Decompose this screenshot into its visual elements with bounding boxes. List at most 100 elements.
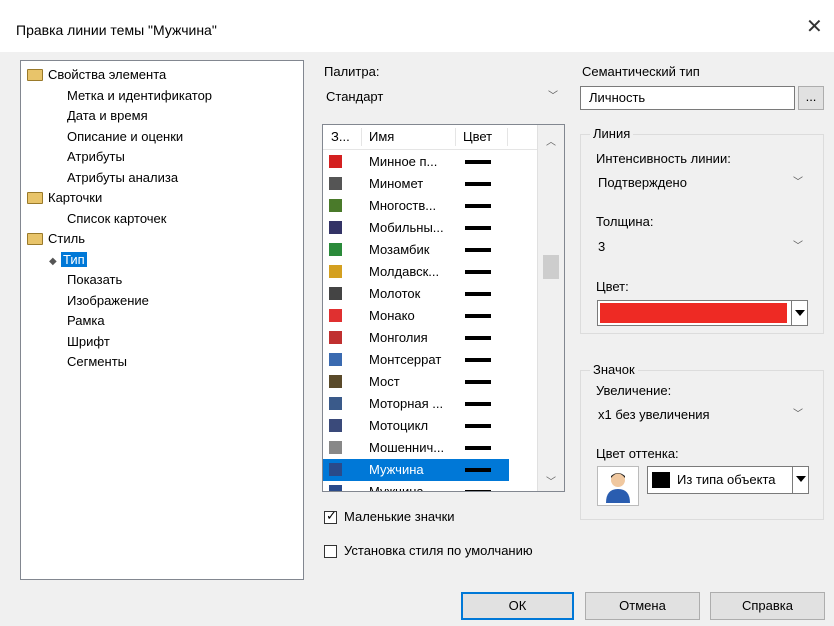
list-item[interactable]: Моторная ... (323, 393, 509, 415)
semantic-type-field[interactable]: Личность (580, 86, 795, 110)
properties-tree[interactable]: Свойства элемента Метка и идентификатор Да… (20, 60, 304, 580)
help-button[interactable]: Справка (710, 592, 825, 620)
list-item-name: Монтсеррат (369, 352, 442, 367)
scroll-thumb[interactable] (543, 255, 559, 279)
zoom-value: x1 без увеличения (598, 407, 710, 422)
thickness-combo[interactable]: 3 ﹀ (594, 236, 810, 260)
scroll-down-icon[interactable]: ﹀ (546, 473, 556, 488)
folder-icon (27, 68, 43, 81)
tree-item-label: Атрибуты анализа (67, 169, 179, 185)
intensity-combo[interactable]: Подтверждено ﹀ (594, 172, 810, 196)
list-item[interactable]: Многоств... (323, 195, 509, 217)
list-item[interactable]: Мужчина-... (323, 481, 509, 491)
tree-item-label: Свойства элемента (48, 67, 167, 82)
tree-item[interactable]: Карточки (27, 188, 102, 208)
flag-mozambique-icon (329, 243, 342, 256)
ok-button[interactable]: ОК (461, 592, 574, 620)
list-item[interactable]: Миномет (323, 173, 509, 195)
folder-icon (27, 191, 43, 204)
window-title: Правка линии темы "Мужчина" (16, 22, 217, 38)
line-color-sample (465, 292, 491, 296)
tree-item[interactable]: Стиль (27, 229, 85, 249)
tree-item-label: Метка и идентификатор (67, 87, 213, 103)
motorboat-icon (329, 397, 342, 410)
symbol-list[interactable]: З... Имя Цвет Минное п... Миномет Многоств… (322, 124, 565, 492)
line-color-sample (465, 380, 491, 384)
intensity-value: Подтверждено (598, 175, 687, 190)
list-item[interactable]: Мотоцикл (323, 415, 509, 437)
list-item[interactable]: Минное п... (323, 151, 509, 173)
tree-item[interactable]: Изображение (67, 291, 149, 311)
motorcycle-icon (329, 419, 342, 432)
tree-item[interactable]: Атрибуты (67, 147, 125, 167)
line-color-sample (465, 402, 491, 406)
list-item-name: Мужчина (369, 462, 424, 477)
list-item[interactable]: Монако (323, 305, 509, 327)
tree-item[interactable]: Рамка (67, 311, 105, 331)
default-style-label: Установка стиля по умолчанию (344, 543, 533, 558)
mine-icon (329, 155, 342, 168)
small-icons-checkbox[interactable]: ✓ (324, 508, 337, 524)
tree-item[interactable]: Свойства элемента (27, 65, 166, 85)
close-icon[interactable]: ✕ (806, 17, 823, 37)
zoom-combo[interactable]: x1 без увеличения ﹀ (594, 404, 810, 428)
tree-item[interactable]: Показать (67, 270, 122, 290)
dropdown-arrow-icon[interactable] (792, 467, 808, 493)
line-group-title: Линия (590, 126, 634, 141)
tree-item-label: Изображение (67, 292, 149, 308)
list-item[interactable]: Мужчина (323, 459, 509, 481)
icon-group-title: Значок (590, 362, 638, 377)
line-color-sample (465, 314, 491, 318)
tree-item-label: Шрифт (67, 333, 110, 349)
flag-moldova-icon (329, 265, 342, 278)
list-item[interactable]: Мобильны... (323, 217, 509, 239)
semantic-browse-button[interactable]: ... (798, 86, 824, 110)
list-item-name: Мост (369, 374, 400, 389)
list-item[interactable]: Монтсеррат (323, 349, 509, 371)
list-item[interactable]: Мошеннич... (323, 437, 509, 459)
tree-item[interactable]: Дата и время (67, 106, 148, 126)
tree-item-label: Рамка (67, 313, 105, 328)
tree-item-label: Список карточек (67, 210, 167, 226)
cancel-button[interactable]: Отмена (585, 592, 700, 620)
tint-color-picker[interactable]: Из типа объекта (647, 466, 809, 494)
column-header-name[interactable]: Имя (369, 129, 394, 144)
hammer-icon (329, 287, 342, 300)
column-header-color[interactable]: Цвет (463, 129, 492, 144)
chevron-down-icon: ﹀ (793, 177, 803, 188)
tree-item[interactable]: ◆ Тип (49, 250, 87, 270)
tree-item[interactable]: Описание и оценки (67, 127, 183, 147)
line-color-sample (465, 160, 491, 164)
column-header-icon[interactable]: З... (331, 129, 350, 144)
scroll-up-icon[interactable]: ︿ (546, 133, 556, 148)
tree-item[interactable]: Атрибуты анализа (67, 168, 178, 188)
man-icon (606, 473, 630, 503)
default-style-checkbox[interactable] (324, 545, 337, 558)
flag-monaco-icon (329, 309, 342, 322)
dropdown-arrow-icon[interactable] (791, 301, 807, 325)
list-scrollbar[interactable]: ︿ ﹀ (537, 125, 564, 491)
line-color-picker[interactable] (597, 300, 808, 326)
tree-item[interactable]: Шрифт (67, 332, 110, 352)
tree-item[interactable]: Список карточек (67, 209, 166, 229)
list-item-name: Мобильны... (369, 220, 444, 235)
palette-combo[interactable]: Стандарт ﹀ (322, 86, 565, 110)
line-color-sample (465, 204, 491, 208)
list-item[interactable]: Мозамбик (323, 239, 509, 261)
list-item[interactable]: Монголия (323, 327, 509, 349)
tree-item[interactable]: Метка и идентификатор (67, 86, 212, 106)
zoom-label: Увеличение: (596, 383, 672, 398)
list-item[interactable]: Молоток (323, 283, 509, 305)
list-item[interactable]: Мост (323, 371, 509, 393)
list-header: З... Имя Цвет (323, 125, 537, 150)
palette-value: Стандарт (326, 89, 384, 104)
tree-item-label: Атрибуты (67, 149, 125, 164)
tree-item[interactable]: Сегменты (67, 352, 127, 372)
tree-item-label: Тип (61, 251, 87, 267)
line-color-sample (465, 468, 491, 472)
list-item[interactable]: Молдавск... (323, 261, 509, 283)
tint-value: Из типа объекта (677, 472, 776, 487)
fraud-icon (329, 441, 342, 454)
list-item-name: Многоств... (369, 198, 437, 213)
list-item-name: Монголия (369, 330, 428, 345)
